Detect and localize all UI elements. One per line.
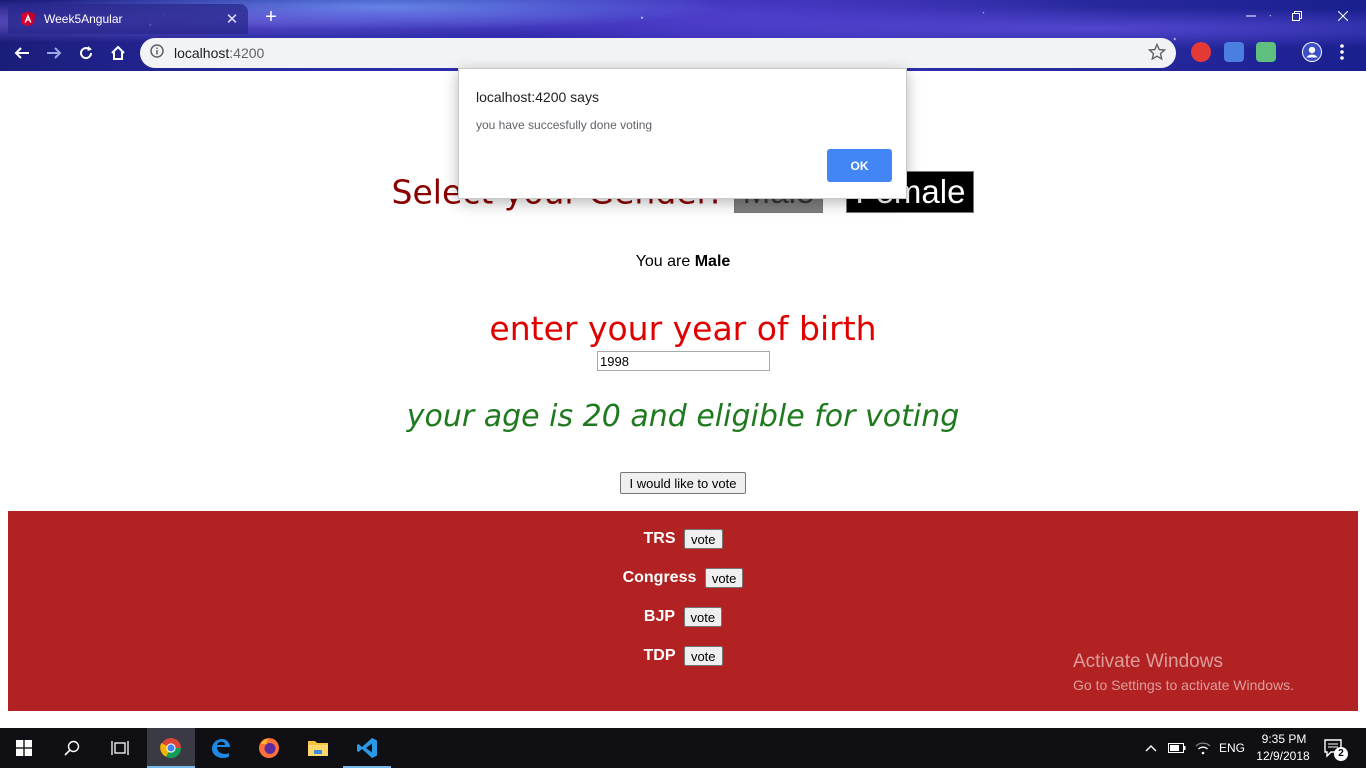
- search-icon[interactable]: [48, 728, 96, 768]
- address-bar[interactable]: localhost:4200: [140, 38, 1176, 68]
- clock-time[interactable]: 9:35 PM: [1258, 732, 1310, 746]
- tray-expand-chevron-icon[interactable]: [1140, 728, 1162, 768]
- info-icon[interactable]: [150, 43, 164, 63]
- selected-gender-value: Male: [694, 253, 731, 270]
- minimize-button[interactable]: [1228, 0, 1274, 32]
- browser-frame: Week5Angular ✕ + localhost:4200: [0, 0, 1366, 71]
- dialog-title: localhost:4200 says: [476, 89, 599, 105]
- party-name: TRS: [643, 530, 676, 547]
- language-indicator[interactable]: ENG: [1219, 741, 1245, 755]
- alert-dialog: localhost:4200 says you have succesfully…: [458, 68, 907, 199]
- party-name: BJP: [643, 608, 676, 625]
- forward-icon[interactable]: [40, 39, 68, 67]
- file-explorer-taskbar-icon[interactable]: [294, 728, 342, 768]
- chrome-taskbar-icon[interactable]: [147, 728, 195, 768]
- eligibility-message: your age is 20 and eligible for voting: [406, 399, 960, 434]
- chrome-menu-icon[interactable]: [1336, 42, 1348, 62]
- tab-close-icon[interactable]: ✕: [224, 10, 240, 28]
- edge-taskbar-icon[interactable]: [196, 728, 244, 768]
- vscode-taskbar-icon[interactable]: [343, 728, 391, 768]
- windows-taskbar: ENG 9:35 PM 12/9/2018 2: [0, 728, 1366, 768]
- angular-favicon-icon: [20, 11, 36, 27]
- notification-center-icon[interactable]: 2: [1316, 728, 1352, 768]
- profile-avatar-icon[interactable]: [1302, 42, 1322, 62]
- home-icon[interactable]: [104, 39, 132, 67]
- reload-icon[interactable]: [72, 39, 100, 67]
- notification-count-badge: 2: [1334, 747, 1348, 761]
- url-text: localhost:4200: [174, 45, 265, 61]
- ublock-extension-icon[interactable]: [1191, 42, 1211, 62]
- close-window-button[interactable]: [1320, 0, 1366, 32]
- tab-title: Week5Angular: [44, 12, 123, 26]
- vote-bjp-button[interactable]: vote: [683, 607, 723, 627]
- back-icon[interactable]: [8, 39, 36, 67]
- clock-date[interactable]: 12/9/2018: [1254, 749, 1312, 763]
- task-view-icon[interactable]: [96, 728, 144, 768]
- selected-gender-text: You are Male: [635, 253, 731, 270]
- dialog-message: you have succesfully done voting: [476, 118, 653, 132]
- activate-windows-watermark: Activate Windows Go to Settings to activ…: [1073, 651, 1294, 693]
- vote-intent-button[interactable]: I would like to vote: [620, 472, 746, 494]
- mail-extension-icon[interactable]: [1256, 42, 1276, 62]
- party-name: Congress: [622, 569, 697, 586]
- vote-tdp-button[interactable]: vote: [683, 646, 723, 666]
- birth-year-input[interactable]: [597, 351, 770, 371]
- browser-tab[interactable]: Week5Angular ✕: [8, 4, 248, 34]
- start-windows-icon[interactable]: [0, 728, 48, 768]
- party-row-bjp: BJP vote: [8, 607, 1358, 627]
- firefox-taskbar-icon[interactable]: [245, 728, 293, 768]
- party-name: TDP: [643, 647, 676, 664]
- dialog-ok-button[interactable]: OK: [827, 149, 892, 182]
- translate-extension-icon[interactable]: [1224, 42, 1244, 62]
- new-tab-button[interactable]: +: [259, 6, 283, 30]
- bookmark-star-icon[interactable]: [1147, 42, 1167, 66]
- vote-congress-button[interactable]: vote: [704, 568, 744, 588]
- wifi-icon[interactable]: [1192, 728, 1214, 768]
- vote-trs-button[interactable]: vote: [683, 529, 723, 549]
- browser-toolbar: localhost:4200: [0, 35, 1366, 71]
- restore-button[interactable]: [1274, 0, 1320, 32]
- battery-icon[interactable]: [1166, 728, 1188, 768]
- birth-year-label: enter your year of birth: [489, 309, 877, 348]
- party-row-congress: Congress vote: [8, 568, 1358, 588]
- party-row-trs: TRS vote: [8, 529, 1358, 549]
